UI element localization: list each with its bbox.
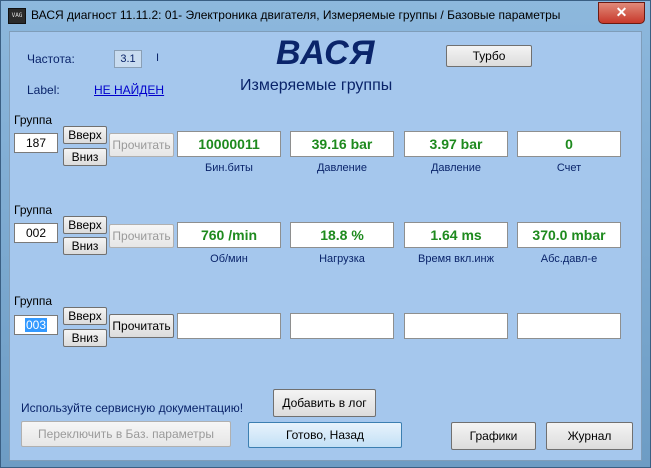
group-2-value-4: 370.0 mbar: [517, 222, 621, 248]
group-1-read-button[interactable]: Прочитать: [109, 133, 174, 157]
close-button[interactable]: ✕: [598, 2, 645, 24]
group-2-up-button[interactable]: Вверх: [63, 216, 107, 234]
group-1-caption-4: Счет: [556, 162, 582, 174]
group-1-value-1: 10000011: [177, 131, 281, 157]
group-1-number-input[interactable]: 187: [14, 133, 58, 153]
group-3-number-selection: 003: [24, 318, 48, 332]
frequency-value: 3.1: [114, 50, 142, 68]
group-1-label: Группа: [14, 113, 53, 127]
group-2-caption-1: Об/мин: [210, 253, 248, 265]
group-2-label: Группа: [14, 203, 53, 217]
window-title: ВАСЯ диагност 11.11.2: 01- Электроника д…: [31, 8, 561, 22]
group-1-caption-2: Давление: [316, 162, 368, 174]
label-file-link[interactable]: НЕ НАЙДЕН: [94, 83, 164, 97]
group-3-up-button[interactable]: Вверх: [63, 307, 107, 325]
group-1-caption-1: Бин.биты: [205, 162, 253, 174]
group-3-value-1: [177, 313, 281, 339]
group-1-caption-3: Давление: [430, 162, 482, 174]
group-2-caption-3: Время вкл.инж: [418, 253, 494, 265]
group-3-number-input[interactable]: 003: [14, 315, 58, 335]
turbo-button[interactable]: Турбо: [446, 45, 532, 67]
group-1-up-button[interactable]: Вверх: [63, 126, 107, 144]
group-2-value-1: 760 /min: [177, 222, 281, 248]
group-2-value-3: 1.64 ms: [404, 222, 508, 248]
page-subtitle: Измеряемые группы: [240, 77, 393, 94]
app-window: VAG ВАСЯ диагност 11.11.2: 01- Электрони…: [0, 0, 651, 468]
group-1-value-2: 39.16 bar: [290, 131, 394, 157]
add-to-log-button[interactable]: Добавить в лог: [273, 389, 376, 417]
group-3-value-2: [290, 313, 394, 339]
group-2-down-button[interactable]: Вниз: [63, 237, 107, 255]
switch-basic-params-button[interactable]: Переключить в Баз. параметры: [21, 421, 231, 447]
service-doc-notice: Используйте сервисную документацию!: [21, 401, 244, 415]
group-2-number-input[interactable]: 002: [14, 223, 58, 243]
group-1-value-4: 0: [517, 131, 621, 157]
frequency-separator: I: [156, 52, 160, 64]
title-bar[interactable]: VAG ВАСЯ диагност 11.11.2: 01- Электрони…: [1, 1, 650, 31]
frequency-label: Частота:: [27, 52, 75, 66]
group-3-down-button[interactable]: Вниз: [63, 329, 107, 347]
label-caption: Label:: [27, 83, 60, 97]
graphs-button[interactable]: Графики: [451, 422, 536, 450]
group-3-label: Группа: [14, 294, 53, 308]
group-3-read-button[interactable]: Прочитать: [109, 314, 174, 338]
group-3-value-4: [517, 313, 621, 339]
group-3-value-3: [404, 313, 508, 339]
group-2-caption-4: Абс.давл-е: [540, 253, 598, 265]
group-2-read-button[interactable]: Прочитать: [109, 224, 174, 248]
group-1-down-button[interactable]: Вниз: [63, 148, 107, 166]
app-logo: ВАСЯ: [276, 34, 376, 72]
main-panel: Частота: 3.1 I Label: НЕ НАЙДЕН ВАСЯ Изм…: [9, 31, 642, 461]
journal-button[interactable]: Журнал: [546, 422, 633, 450]
group-1-value-3: 3.97 bar: [404, 131, 508, 157]
app-icon: VAG: [8, 8, 26, 24]
done-back-button[interactable]: Готово, Назад: [248, 422, 402, 448]
group-2-value-2: 18.8 %: [290, 222, 394, 248]
group-2-caption-2: Нагрузка: [319, 253, 365, 265]
